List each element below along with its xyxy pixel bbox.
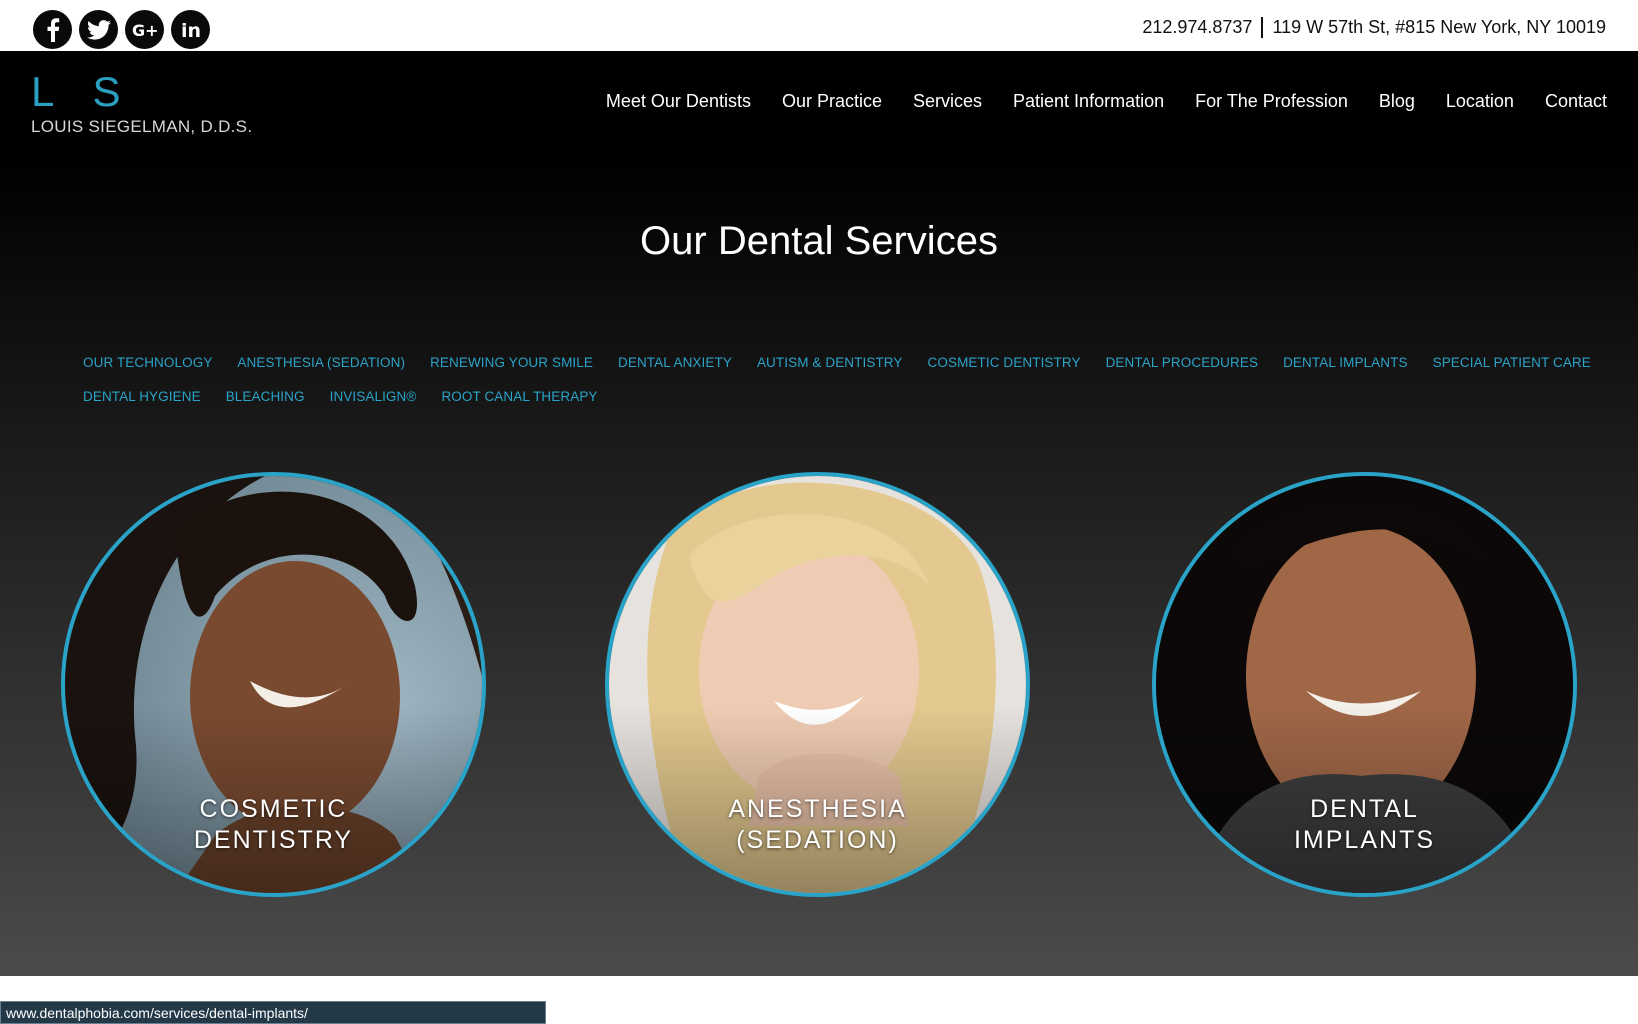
service-link-root-canal-therapy[interactable]: ROOT CANAL THERAPY <box>441 389 597 404</box>
featured-cosmetic-dentistry[interactable]: COSMETIC DENTISTRY <box>61 472 486 897</box>
service-links: OUR TECHNOLOGY ANESTHESIA (SEDATION) REN… <box>83 355 1591 423</box>
browser-status-bar: www.dentalphobia.com/services/dental-imp… <box>0 1001 546 1024</box>
logo-mark: L S <box>31 68 135 115</box>
svg-text:in: in <box>181 20 201 40</box>
nav-contact[interactable]: Contact <box>1545 91 1607 112</box>
nav-blog[interactable]: Blog <box>1379 91 1415 112</box>
service-link-invisalign[interactable]: INVISALIGN® <box>330 389 417 404</box>
nav-patient-information[interactable]: Patient Information <box>1013 91 1164 112</box>
service-link-our-technology[interactable]: OUR TECHNOLOGY <box>83 355 212 370</box>
page-title: Our Dental Services <box>640 219 998 263</box>
social-links: G+ in <box>33 10 210 49</box>
service-link-dental-implants[interactable]: DENTAL IMPLANTS <box>1283 355 1408 370</box>
hero-section: L S LOUIS SIEGELMAN, D.D.S. Meet Our Den… <box>0 51 1638 976</box>
nav-services[interactable]: Services <box>913 91 982 112</box>
service-link-special-patient-care[interactable]: SPECIAL PATIENT CARE <box>1433 355 1591 370</box>
phone-number[interactable]: 212.974.8737 <box>1142 17 1252 38</box>
top-bar: G+ in 212.974.8737 119 W 57th St, #815 N… <box>0 0 1638 51</box>
address: 119 W 57th St, #815 New York, NY 10019 <box>1272 17 1606 37</box>
service-link-autism-dentistry[interactable]: AUTISM & DENTISTRY <box>757 355 903 370</box>
google-plus-icon[interactable]: G+ <box>125 10 164 49</box>
linkedin-icon[interactable]: in <box>171 10 210 49</box>
service-links-row: DENTAL HYGIENE BLEACHING INVISALIGN® ROO… <box>83 389 1583 404</box>
service-link-anesthesia[interactable]: ANESTHESIA (SEDATION) <box>237 355 405 370</box>
nav-location[interactable]: Location <box>1446 91 1514 112</box>
logo[interactable]: L S LOUIS SIEGELMAN, D.D.S. <box>31 71 252 137</box>
service-link-dental-hygiene[interactable]: DENTAL HYGIENE <box>83 389 201 404</box>
service-link-renewing-your-smile[interactable]: RENEWING YOUR SMILE <box>430 355 593 370</box>
nav-our-practice[interactable]: Our Practice <box>782 91 882 112</box>
service-link-dental-anxiety[interactable]: DENTAL ANXIETY <box>618 355 732 370</box>
service-link-cosmetic-dentistry[interactable]: COSMETIC DENTISTRY <box>928 355 1081 370</box>
featured-anesthesia-sedation[interactable]: ANESTHESIA (SEDATION) <box>605 472 1030 897</box>
contact-info: 212.974.8737 119 W 57th St, #815 New Yor… <box>1142 17 1606 38</box>
service-link-dental-procedures[interactable]: DENTAL PROCEDURES <box>1106 355 1258 370</box>
nav-meet-our-dentists[interactable]: Meet Our Dentists <box>606 91 751 112</box>
featured-dental-implants[interactable]: DENTAL IMPLANTS <box>1152 472 1577 897</box>
main-nav: Meet Our Dentists Our Practice Services … <box>606 91 1607 112</box>
featured-label: ANESTHESIA (SEDATION) <box>728 795 907 854</box>
svg-text:G+: G+ <box>132 21 158 39</box>
facebook-icon[interactable] <box>33 10 72 49</box>
featured-label: DENTAL IMPLANTS <box>1293 795 1436 854</box>
nav-for-the-profession[interactable]: For The Profession <box>1195 91 1348 112</box>
status-url: www.dentalphobia.com/services/dental-imp… <box>6 1005 308 1021</box>
service-link-bleaching[interactable]: BLEACHING <box>226 389 305 404</box>
logo-name: LOUIS SIEGELMAN, D.D.S. <box>31 117 253 136</box>
featured-label: COSMETIC DENTISTRY <box>193 795 354 854</box>
twitter-icon[interactable] <box>79 10 118 49</box>
divider <box>1261 17 1264 38</box>
service-links-row: OUR TECHNOLOGY ANESTHESIA (SEDATION) REN… <box>83 355 1591 370</box>
